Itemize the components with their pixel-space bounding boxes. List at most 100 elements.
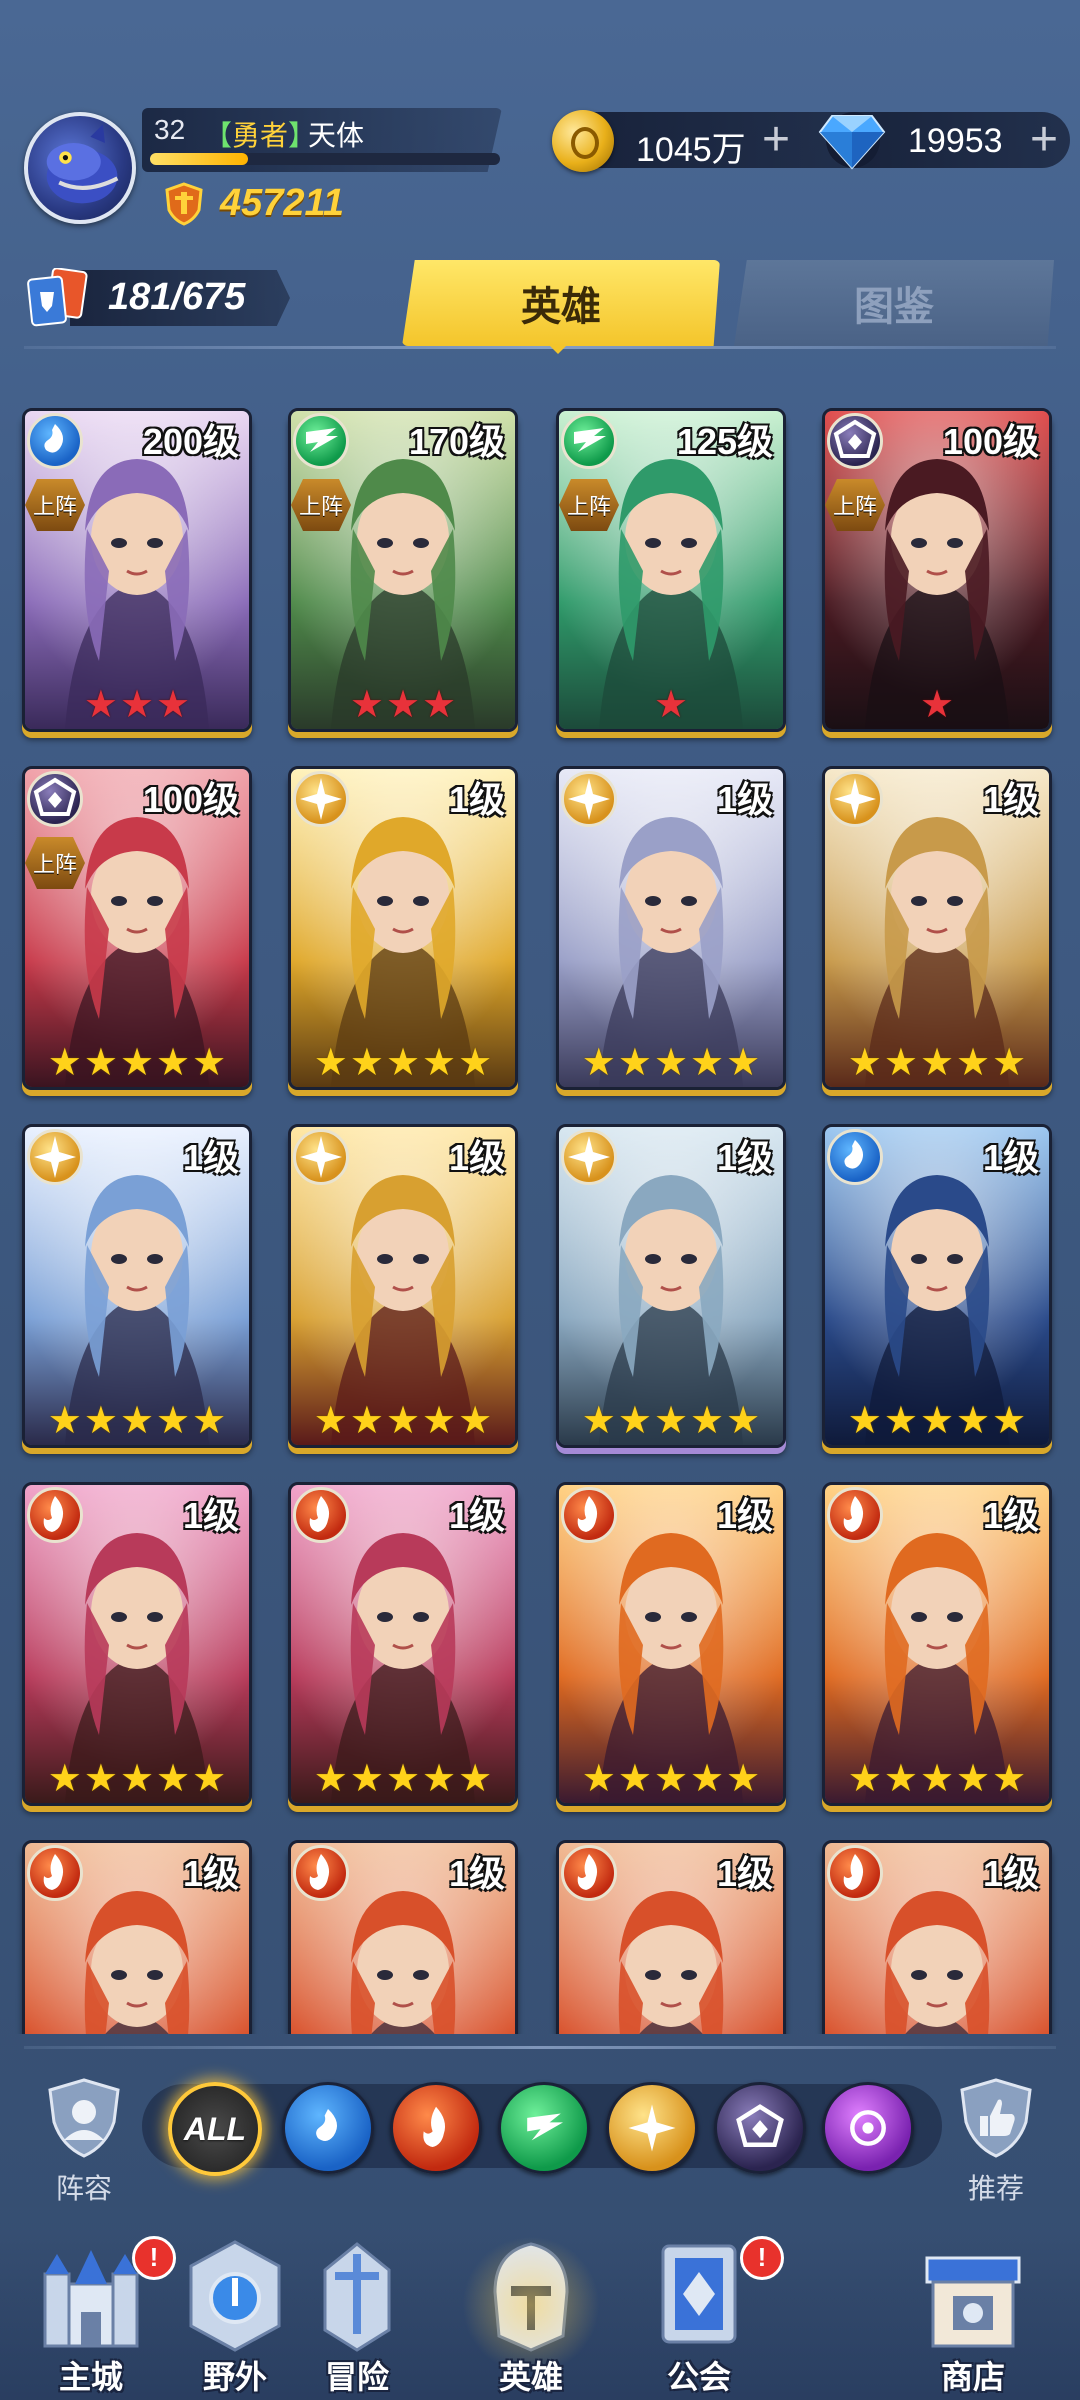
fire-element-icon — [561, 1487, 617, 1543]
star-icon: ★ — [581, 1042, 616, 1084]
hero-card[interactable]: 100级 上阵 ★ — [822, 408, 1052, 732]
filter-fire-icon[interactable] — [390, 2082, 482, 2174]
lineup-button[interactable]: 阵容 — [36, 2076, 132, 2204]
nav-label: 英雄 — [498, 2359, 563, 2395]
light-element-icon — [293, 771, 349, 827]
hero-stars: ★ ★ ★ ★ ★ — [25, 1759, 249, 1799]
star-icon: ★ — [192, 1758, 227, 1800]
hero-card[interactable]: 1级 — [556, 1840, 786, 2034]
star-icon: ★ — [422, 1400, 457, 1442]
star-icon: ★ — [919, 684, 955, 726]
star-icon: ★ — [581, 1758, 616, 1800]
hero-level: 1级 — [982, 1137, 1039, 1178]
hero-level: 1级 — [982, 1853, 1039, 1894]
wild-icon — [175, 2236, 295, 2356]
star-icon: ★ — [726, 1758, 761, 1800]
recommend-button[interactable]: 推荐 — [948, 2076, 1044, 2204]
gold-amount: 1045万 — [636, 131, 746, 169]
tab-divider — [24, 346, 1056, 349]
tab-atlas[interactable]: 图鉴 — [734, 260, 1054, 346]
hero-stars: ★ ★ ★ ★ ★ — [825, 1043, 1049, 1083]
fire-element-icon — [827, 1845, 883, 1901]
filter-all-label: ALL — [183, 2110, 247, 2147]
player-avatar[interactable] — [24, 112, 136, 224]
hero-card[interactable]: 1级 ★ ★ ★ ★ ★ — [288, 1124, 518, 1448]
hero-card[interactable]: 1级 ★ ★ ★ ★ ★ — [22, 1124, 252, 1448]
hero-card[interactable]: 200级 上阵 ★ ★ ★ — [22, 408, 252, 732]
star-icon: ★ — [726, 1400, 761, 1442]
deployed-badge: 上阵 — [291, 479, 351, 531]
add-gems-button[interactable]: + — [1030, 116, 1058, 164]
hero-card[interactable]: 1级 ★ ★ ★ ★ ★ — [288, 1482, 518, 1806]
notification-badge: ! — [740, 2236, 784, 2280]
hero-stars: ★ ★ ★ ★ ★ — [825, 1401, 1049, 1441]
filter-wind-icon[interactable] — [498, 2082, 590, 2174]
star-icon: ★ — [847, 1400, 882, 1442]
star-icon: ★ — [422, 1758, 457, 1800]
deployed-badge: 上阵 — [25, 479, 85, 531]
filter-arcane-icon[interactable] — [822, 2082, 914, 2174]
hero-card[interactable]: 125级 上阵 ★ — [556, 408, 786, 732]
hero-level: 100级 — [142, 779, 239, 820]
exp-bar — [150, 153, 500, 165]
star-icon: ★ — [653, 1042, 689, 1084]
star-icon: ★ — [847, 1042, 882, 1084]
hero-level: 1级 — [448, 1495, 505, 1536]
hero-count: 181/675 — [108, 276, 246, 318]
hero-card[interactable]: 1级 — [288, 1840, 518, 2034]
hero-card[interactable]: 1级 — [22, 1840, 252, 2034]
deployed-badge: 上阵 — [825, 479, 885, 531]
hero-card[interactable]: 1级 ★ ★ ★ ★ ★ — [556, 1482, 786, 1806]
hero-stars: ★ ★ ★ ★ ★ — [559, 1043, 783, 1083]
hero-card[interactable]: 1级 ★ ★ ★ ★ ★ — [22, 1482, 252, 1806]
hero-stars: ★ — [559, 685, 783, 725]
add-gold-button[interactable]: + — [762, 116, 790, 164]
star-icon: ★ — [617, 1758, 652, 1800]
star-icon: ★ — [617, 1042, 652, 1084]
star-icon: ★ — [192, 1042, 227, 1084]
hero-level: 1级 — [716, 779, 773, 820]
star-icon: ★ — [83, 1758, 118, 1800]
filter-dark-icon[interactable] — [714, 2082, 806, 2174]
filter-all-button[interactable]: ALL — [168, 2082, 262, 2176]
star-icon: ★ — [992, 1758, 1027, 1800]
adventure-icon — [297, 2236, 417, 2356]
nav-adventure[interactable]: 冒险 — [282, 2236, 432, 2396]
star-icon: ★ — [83, 684, 118, 726]
hero-card[interactable]: 1级 ★ ★ ★ ★ ★ — [556, 1124, 786, 1448]
hero-card[interactable]: 170级 上阵 ★ ★ ★ — [288, 408, 518, 732]
thumbs-up-icon — [960, 2078, 1032, 2158]
nav-city[interactable]: 主城! — [16, 2236, 176, 2396]
star-icon: ★ — [47, 1042, 82, 1084]
hero-level: 1级 — [716, 1137, 773, 1178]
exp-bar-fill — [150, 153, 248, 165]
star-icon: ★ — [458, 1400, 493, 1442]
light-element-icon — [293, 1129, 349, 1185]
lineup-label: 阵容 — [55, 2173, 112, 2204]
hero-card[interactable]: 1级 ★ ★ ★ ★ ★ — [288, 766, 518, 1090]
nav-shop[interactable]: 商店 — [898, 2236, 1048, 2396]
hero-card[interactable]: 1级 ★ ★ ★ ★ ★ — [822, 766, 1052, 1090]
player-rank-title: 勇者 — [232, 120, 289, 151]
tab-heroes[interactable]: 英雄 — [402, 260, 720, 346]
star-icon: ★ — [847, 1758, 882, 1800]
star-icon: ★ — [313, 1400, 348, 1442]
hero-card[interactable]: 100级 上阵 ★ ★ ★ ★ ★ — [22, 766, 252, 1090]
hero-card[interactable]: 1级 ★ ★ ★ ★ ★ — [822, 1124, 1052, 1448]
avatar-portrait-icon — [46, 124, 119, 204]
nav-heroes[interactable]: 英雄 — [456, 2236, 606, 2396]
fire-element-icon — [827, 1487, 883, 1543]
hero-grid[interactable]: 200级 上阵 ★ ★ ★ 170级 上阵 ★ ★ ★ 125级 上阵 ★ 10… — [0, 408, 1080, 2034]
hero-card[interactable]: 1级 — [822, 1840, 1052, 2034]
hero-card[interactable]: 1级 ★ ★ ★ ★ ★ — [556, 766, 786, 1090]
dark-element-icon — [27, 771, 83, 827]
filter-water-icon[interactable] — [282, 2082, 374, 2174]
diamond-icon — [818, 115, 886, 170]
hero-level: 170级 — [408, 421, 505, 462]
nav-guild[interactable]: 公会! — [624, 2236, 784, 2396]
hero-stars: ★ ★ ★ ★ ★ — [559, 1401, 783, 1441]
hero-card[interactable]: 1级 ★ ★ ★ ★ ★ — [822, 1482, 1052, 1806]
hero-stars: ★ — [825, 685, 1049, 725]
star-icon: ★ — [119, 684, 155, 726]
filter-light-icon[interactable] — [606, 2082, 698, 2174]
